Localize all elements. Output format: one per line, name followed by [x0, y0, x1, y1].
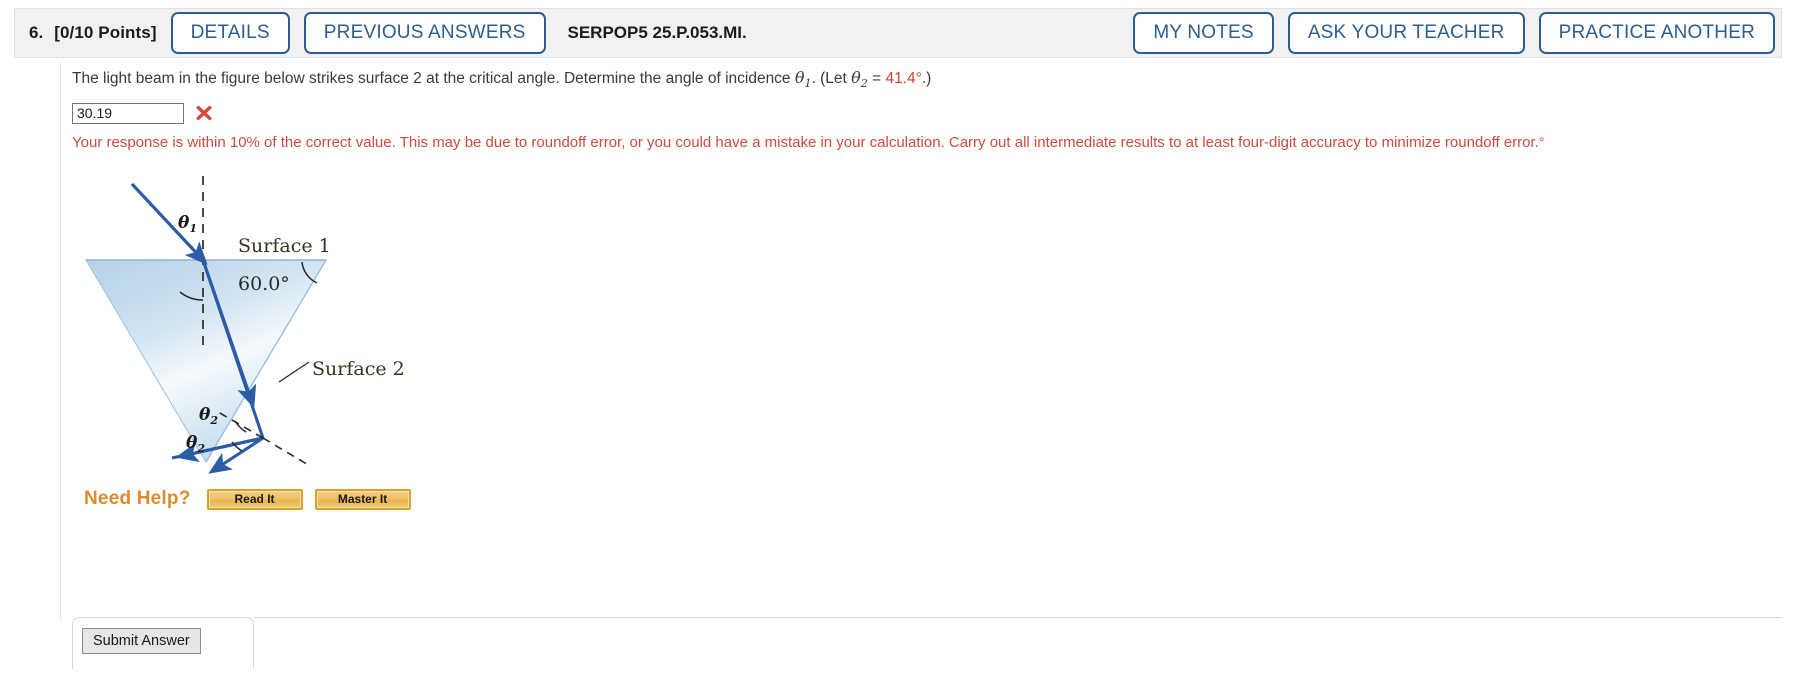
submit-answer-zone: Submit Answer [72, 617, 1782, 669]
question-prompt-part2: . (Let [811, 70, 852, 87]
theta2-given-value: 41.4° [885, 70, 922, 87]
need-help-label: Need Help? [84, 488, 191, 510]
theta1-subscript: 1 [804, 77, 812, 91]
my-notes-button[interactable]: MY NOTES [1133, 12, 1274, 54]
feedback-line-1: Your response is within 10% of the corre… [72, 134, 1378, 152]
question-body: The light beam in the figure below strik… [72, 68, 1782, 514]
question-number-points: 6. [0/10 Points] [29, 23, 157, 43]
theta1-label: θ1 [178, 213, 197, 235]
question-code: SERPOP5 25.P.053.MI. [567, 23, 747, 42]
theta2-symbol: θ [851, 68, 861, 87]
prism-body [85, 259, 327, 464]
surface-2-label: Surface 2 [312, 358, 405, 380]
submit-divider [254, 617, 1782, 618]
equals-sign: = [867, 70, 886, 87]
feedback-degree-unit: ° [1538, 134, 1545, 151]
previous-answers-button[interactable]: PREVIOUS ANSWERS [303, 12, 546, 54]
question-points: [0/10 Points] [54, 23, 157, 42]
question-prompt-part3: .) [921, 70, 932, 87]
submit-answer-button[interactable]: Submit Answer [82, 628, 201, 654]
practice-another-button[interactable]: PRACTICE ANOTHER [1538, 12, 1775, 54]
apex-angle-label: 60.0° [238, 273, 290, 295]
incorrect-x-icon [195, 104, 213, 122]
read-it-button[interactable]: Read It [206, 488, 303, 510]
prism-figure: θ1 Surface 1 60.0° Surface 2 θ2 θ2 [72, 170, 542, 480]
surface-2-leader-line [278, 361, 310, 383]
need-help-row: Need Help? Read It Master It [72, 484, 1782, 514]
ask-your-teacher-button[interactable]: ASK YOUR TEACHER [1287, 12, 1525, 54]
question-prompt-part1: The light beam in the figure below strik… [72, 70, 795, 87]
content-left-divider [60, 62, 61, 622]
answer-input[interactable] [72, 102, 184, 124]
theta1-symbol: θ [794, 68, 805, 87]
question-header-bar: 6. [0/10 Points] DETAILS PREVIOUS ANSWER… [14, 8, 1782, 58]
theta2-subscript: 2 [860, 77, 868, 91]
master-it-button[interactable]: Master It [314, 488, 411, 510]
details-button[interactable]: DETAILS [170, 12, 290, 54]
normal-line-surface-2 [262, 437, 311, 467]
question-number: 6. [29, 23, 44, 42]
feedback-message: Your response is within 10% of the corre… [72, 131, 1572, 154]
surface-1-label: Surface 1 [238, 235, 331, 257]
answer-row [72, 101, 1782, 125]
feedback-line-2: minimize roundoff error. [1381, 134, 1539, 152]
question-prompt: The light beam in the figure below strik… [72, 68, 1782, 94]
prism-figure-svg: θ1 Surface 1 60.0° Surface 2 θ2 θ2 [85, 176, 405, 474]
